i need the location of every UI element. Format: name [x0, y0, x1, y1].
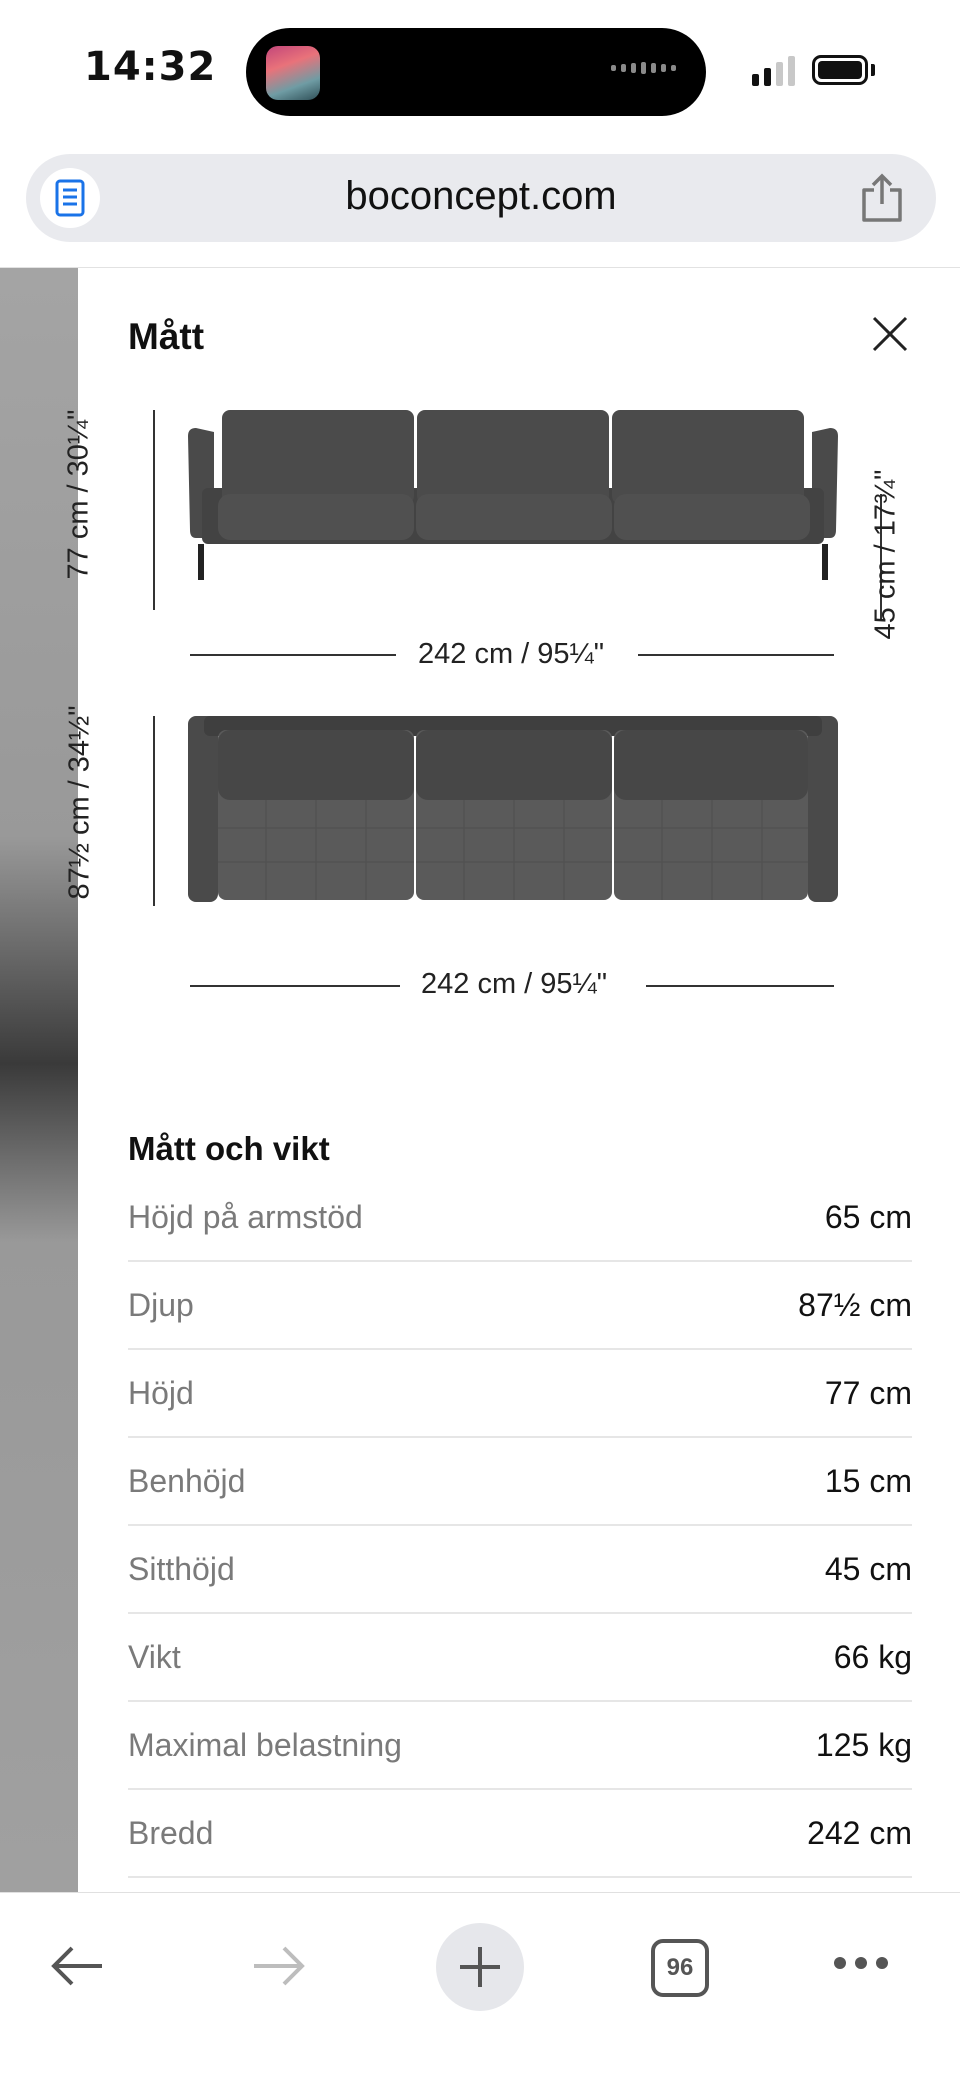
top-width-dimension-line-left [190, 985, 400, 987]
specs-section-title: Mått och vikt [128, 1130, 330, 1167]
address-bar[interactable]: boconcept.com [26, 154, 936, 242]
spec-value: 77 cm [824, 1374, 912, 1411]
close-icon[interactable] [870, 314, 910, 354]
sofa-top-view-image [188, 716, 838, 902]
spec-row-weight: Vikt 66 kg [128, 1614, 912, 1702]
audio-waveform-icon [611, 62, 676, 74]
sofa-front-view-image [188, 410, 838, 580]
spec-row-seat-height: Sitthöjd 45 cm [128, 1526, 912, 1614]
spec-row-depth: Djup 87½ cm [128, 1262, 912, 1350]
spec-row-max-load: Maximal belastning 125 kg [128, 1702, 912, 1790]
tab-switcher-button[interactable]: 96 [651, 1939, 709, 1997]
width-dimension-line-left [190, 654, 396, 656]
dynamic-island[interactable] [246, 28, 706, 116]
spec-label: Djup [128, 1286, 194, 1323]
battery-cap [871, 64, 875, 76]
now-playing-artwork [266, 46, 320, 100]
spec-label: Benhöjd [128, 1462, 246, 1499]
spec-label: Höjd [128, 1374, 194, 1411]
spec-value: 242 cm [807, 1814, 912, 1851]
spec-label: Höjd på armstöd [128, 1198, 363, 1235]
share-icon[interactable] [858, 172, 906, 224]
more-options-icon[interactable] [834, 1957, 888, 1969]
depth-dimension-line [153, 716, 155, 906]
spec-value: 66 kg [833, 1638, 912, 1675]
status-time: 14:32 [84, 44, 217, 90]
top-width-dimension-line-right [646, 985, 834, 987]
spec-row-width: Bredd 242 cm [128, 1790, 912, 1878]
new-tab-button[interactable] [436, 1923, 524, 2011]
cellular-signal-icon [752, 56, 795, 86]
specs-table: Höjd på armstöd 65 cm Djup 87½ cm Höjd 7… [128, 1174, 912, 1878]
height-dimension-line [153, 410, 155, 610]
spec-value: 87½ cm [798, 1286, 912, 1323]
spec-label: Sitthöjd [128, 1550, 235, 1587]
front-width-dimension-label: 242 cm / 95¼" [418, 638, 605, 670]
seat-height-dimension-label: 45 cm / 17¾" [869, 469, 902, 640]
spec-label: Bredd [128, 1814, 214, 1851]
spec-value: 15 cm [824, 1462, 912, 1499]
width-dimension-line-right [638, 654, 834, 656]
dimensions-panel: Mått 77 cm / 30¼" 45 cm / 17¾" 242 cm / … [63, 268, 960, 1892]
url-text[interactable]: boconcept.com [26, 174, 936, 219]
plus-icon [460, 1947, 500, 1987]
spec-value: 125 kg [815, 1726, 912, 1763]
back-arrow-icon[interactable] [48, 1941, 108, 1991]
browser-toolbar: 96 [0, 1892, 960, 2081]
status-bar: 14:32 [0, 0, 960, 140]
top-width-dimension-label: 242 cm / 95¼" [421, 968, 608, 1000]
spec-row-leg-height: Benhöjd 15 cm [128, 1438, 912, 1526]
depth-dimension-label: 87½ cm / 34½" [63, 705, 96, 900]
spec-label: Vikt [128, 1638, 181, 1675]
panel-title: Mått [128, 316, 205, 357]
battery-icon [812, 55, 868, 85]
spec-label: Maximal belastning [128, 1726, 402, 1763]
spec-value: 65 cm [824, 1198, 912, 1235]
height-dimension-label: 77 cm / 30¼" [62, 409, 95, 580]
forward-arrow-icon[interactable] [248, 1941, 308, 1991]
spec-value: 45 cm [824, 1550, 912, 1587]
spec-row-height: Höjd 77 cm [128, 1350, 912, 1438]
spec-row-armrest-height: Höjd på armstöd 65 cm [128, 1174, 912, 1262]
